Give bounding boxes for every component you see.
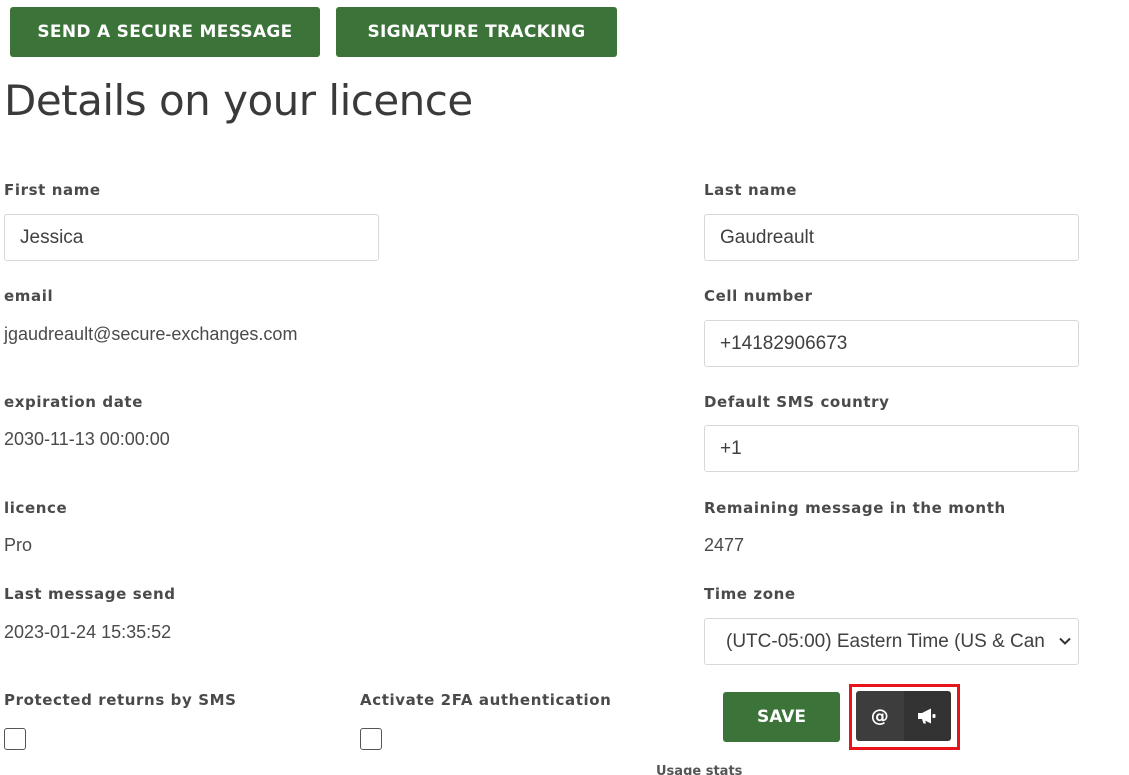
page-title: Details on your licence bbox=[4, 76, 473, 125]
licence-value: Pro bbox=[4, 535, 33, 555]
protected-returns-sms-checkbox[interactable] bbox=[4, 728, 26, 750]
chevron-down-icon bbox=[1059, 637, 1071, 645]
announcement-button[interactable] bbox=[903, 691, 951, 741]
cell-number-input[interactable] bbox=[704, 320, 1079, 367]
activate-2fa-label: Activate 2FA authentication bbox=[360, 691, 612, 709]
last-name-label: Last name bbox=[704, 181, 798, 199]
time-zone-select[interactable]: (UTC-05:00) Eastern Time (US & Canada) bbox=[704, 618, 1079, 665]
notification-button-group: @ bbox=[856, 691, 951, 741]
cell-number-label: Cell number bbox=[704, 287, 813, 305]
time-zone-selected-value: (UTC-05:00) Eastern Time (US & Canada) bbox=[726, 631, 1044, 652]
licence-label: licence bbox=[4, 499, 68, 517]
last-name-input[interactable] bbox=[704, 214, 1079, 261]
signature-tracking-button[interactable]: SIGNATURE TRACKING bbox=[336, 7, 617, 57]
default-sms-country-input[interactable] bbox=[704, 425, 1079, 472]
send-secure-message-button[interactable]: SEND A SECURE MESSAGE bbox=[10, 7, 320, 57]
email-value: jgaudreault@secure-exchanges.com bbox=[4, 324, 298, 344]
save-button[interactable]: SAVE bbox=[723, 692, 840, 742]
expiration-date-label: expiration date bbox=[4, 393, 143, 411]
remaining-messages-value: 2477 bbox=[704, 535, 745, 555]
at-sign-icon: @ bbox=[870, 705, 889, 727]
default-sms-country-label: Default SMS country bbox=[704, 393, 890, 411]
email-notification-button[interactable]: @ bbox=[856, 691, 904, 741]
first-name-label: First name bbox=[4, 181, 101, 199]
licence-details-page: SEND A SECURE MESSAGE SIGNATURE TRACKING… bbox=[0, 0, 1129, 775]
last-message-send-value: 2023-01-24 15:35:52 bbox=[4, 622, 172, 642]
protected-returns-sms-label: Protected returns by SMS bbox=[4, 691, 237, 709]
activate-2fa-checkbox[interactable] bbox=[360, 728, 382, 750]
megaphone-icon bbox=[918, 708, 936, 724]
first-name-input[interactable] bbox=[4, 214, 379, 261]
last-message-send-label: Last message send bbox=[4, 585, 176, 603]
expiration-date-value: 2030-11-13 00:00:00 bbox=[4, 429, 170, 449]
remaining-messages-label: Remaining message in the month bbox=[704, 499, 1006, 517]
time-zone-label: Time zone bbox=[704, 585, 796, 603]
email-label: email bbox=[4, 287, 54, 305]
usage-stats-heading: Usage stats bbox=[656, 764, 743, 775]
